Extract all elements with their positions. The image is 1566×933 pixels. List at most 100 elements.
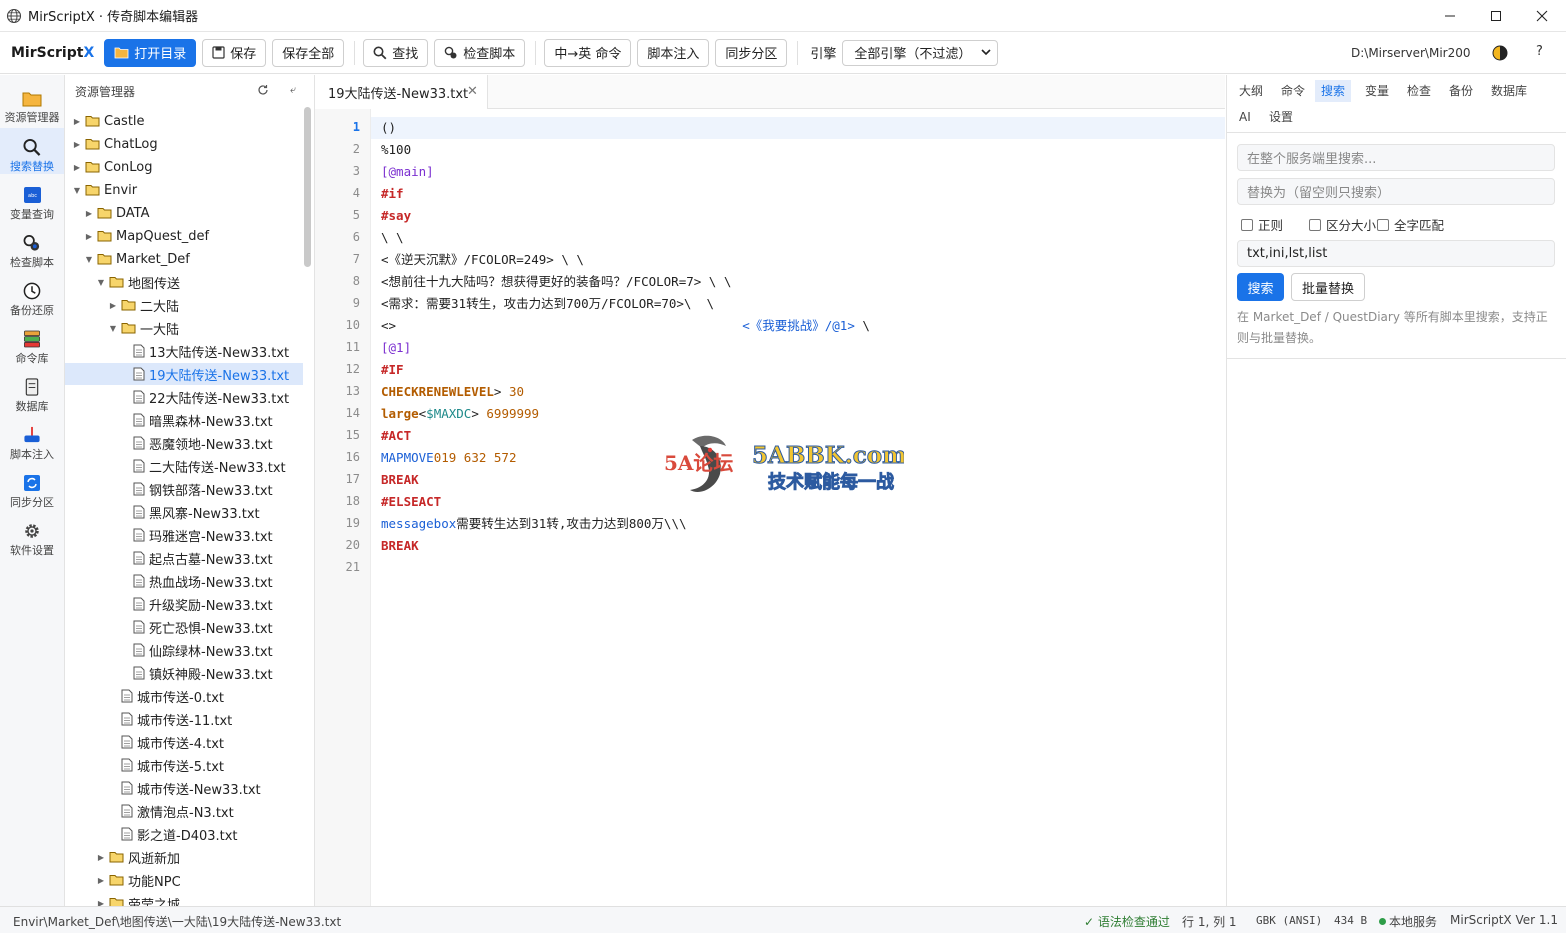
tree-file[interactable]: 19大陆传送-New33.txt [65, 363, 303, 385]
replace-input[interactable]: 替换为（留空则只搜索） [1237, 178, 1555, 205]
caret-right-icon[interactable]: ▶ [71, 163, 83, 172]
right-tab[interactable]: 设置 [1263, 106, 1299, 128]
code-line[interactable]: BREAK [381, 535, 419, 557]
tree-file[interactable]: 13大陆传送-New33.txt [65, 340, 303, 362]
caret-right-icon[interactable]: ▶ [95, 876, 107, 885]
regex-checkbox[interactable]: 正则 [1241, 215, 1283, 234]
minimize-button[interactable] [1427, 0, 1473, 32]
tree-file[interactable]: 激情泡点-N3.txt [65, 800, 303, 822]
search-button[interactable]: 搜索 [1237, 273, 1284, 301]
activity-search-replace[interactable]: 搜索替换 [0, 128, 64, 174]
code-line[interactable]: BREAK [381, 469, 419, 491]
save-all-button[interactable]: 保存全部 [272, 38, 345, 67]
code-line[interactable]: #if [381, 183, 404, 205]
tree-folder[interactable]: ▶ Castle [65, 110, 303, 132]
tree-file[interactable]: 黑风寨-New33.txt [65, 501, 303, 523]
check-script-button[interactable]: 检查脚本 [434, 38, 526, 67]
tree-folder[interactable]: ▼ Envir [65, 179, 303, 201]
tree-file[interactable]: 城市传送-New33.txt [65, 777, 303, 799]
caret-right-icon[interactable]: ▶ [107, 301, 119, 310]
activity-database[interactable]: 数据库 [0, 368, 64, 414]
checkbox-box[interactable] [1241, 218, 1253, 231]
tree-folder[interactable]: ▼ Market_Def [65, 248, 303, 270]
right-tab[interactable]: 命令 [1275, 80, 1311, 102]
maximize-button[interactable] [1473, 0, 1519, 32]
activity-explorer[interactable]: 资源管理器 [0, 80, 64, 126]
right-tab[interactable]: 大纲 [1233, 80, 1269, 102]
tree-folder[interactable]: ▶ 帝莹之城 [65, 892, 303, 906]
tree-file[interactable]: 钢铁部落-New33.txt [65, 478, 303, 500]
right-tab[interactable]: 数据库 [1485, 80, 1533, 102]
activity-script-inject[interactable]: 脚本注入 [0, 416, 64, 462]
theme-toggle-icon[interactable] [1492, 45, 1508, 61]
activity-settings[interactable]: 软件设置 [0, 512, 64, 558]
status-syntax-check[interactable]: ✓ 语法检查通过 [1084, 913, 1170, 930]
tree-file[interactable]: 仙踪绿林-New33.txt [65, 639, 303, 661]
tree-folder[interactable]: ▶ ChatLog [65, 133, 303, 155]
caret-right-icon[interactable]: ▶ [95, 853, 107, 862]
code-line[interactable]: <想前往十九大陆吗？想获得更好的装备吗？/FCOLOR=7> \ \ [381, 271, 731, 293]
tree-file[interactable]: 起点古墓-New33.txt [65, 547, 303, 569]
help-button[interactable]: ? [1536, 44, 1543, 59]
code-line[interactable]: %100 [381, 139, 411, 161]
whole-word-checkbox[interactable]: 全字匹配 [1377, 215, 1444, 234]
tree-file[interactable]: 升级奖励-New33.txt [65, 593, 303, 615]
checkbox-box[interactable] [1309, 218, 1321, 231]
close-tab-icon[interactable]: ✕ [467, 84, 478, 99]
tree-file[interactable]: 22大陆传送-New33.txt [65, 386, 303, 408]
collapse-all-icon[interactable]: ⤶ [290, 83, 296, 97]
file-extension-input[interactable]: txt,ini,lst,list [1237, 240, 1555, 267]
status-cursor-position[interactable]: 行 1, 列 1 [1182, 913, 1237, 930]
right-tab[interactable]: 检查 [1401, 80, 1437, 102]
code-line[interactable]: #ELSEACT [381, 491, 441, 513]
save-button[interactable]: 保存 [202, 38, 267, 67]
tree-folder[interactable]: ▶ 功能NPC [65, 869, 303, 891]
code-line[interactable]: () [381, 117, 396, 139]
explorer-scrollbar[interactable] [304, 107, 311, 267]
activity-variable-query[interactable]: abc 变量查询 [0, 176, 64, 222]
checkbox-box[interactable] [1377, 218, 1389, 231]
translate-command-button[interactable]: 中→英 命令 [544, 38, 632, 67]
engine-select[interactable]: 全部引擎（不过滤） [842, 39, 999, 66]
open-directory-button[interactable]: 打开目录 [104, 38, 197, 67]
close-window-button[interactable] [1519, 0, 1565, 32]
tree-folder[interactable]: ▶ 二大陆 [65, 294, 303, 316]
code-line[interactable]: #IF [381, 359, 404, 381]
tree-file[interactable]: 影之道-D403.txt [65, 823, 303, 845]
tree-file[interactable]: 城市传送-5.txt [65, 754, 303, 776]
caret-right-icon[interactable]: ▶ [83, 232, 95, 241]
tree-file[interactable]: 镇妖神殿-New33.txt [65, 662, 303, 684]
editor-tab[interactable]: 19大陆传送-New33.txt ✕ [315, 75, 488, 109]
caret-right-icon[interactable]: ▶ [71, 140, 83, 149]
tree-file[interactable]: 二大陆传送-New33.txt [65, 455, 303, 477]
tree-folder[interactable]: ▼ 一大陆 [65, 317, 303, 339]
tree-file[interactable]: 热血战场-New33.txt [65, 570, 303, 592]
tree-file[interactable]: 城市传送-0.txt [65, 685, 303, 707]
tree-folder[interactable]: ▼ 地图传送 [65, 271, 303, 293]
tree-file[interactable]: 暗黑森林-New33.txt [65, 409, 303, 431]
code-line[interactable]: <《逆天沉默》/FCOLOR=249> \ \ [381, 249, 584, 271]
code-line[interactable]: <需求：需要31转生，攻击力达到700万/FCOLOR=70>\ \ [381, 293, 714, 315]
code-line[interactable]: #say [381, 205, 411, 227]
caret-right-icon[interactable]: ▶ [71, 117, 83, 126]
script-inject-button[interactable]: 脚本注入 [637, 38, 710, 67]
tree-folder[interactable]: ▶ 风逝新加 [65, 846, 303, 868]
tree-folder[interactable]: ▶ ConLog [65, 156, 303, 178]
code-line[interactable]: #ACT [381, 425, 411, 447]
code-editor[interactable]: () %100 [@main] #if #say \ \ <《逆天沉默》/FCOLOR=24… [371, 109, 1225, 906]
batch-replace-button[interactable]: 批量替换 [1291, 273, 1365, 301]
status-encoding[interactable]: GBK (ANSI) [1256, 914, 1322, 927]
caret-right-icon[interactable]: ▶ [83, 209, 95, 218]
right-tab[interactable]: 变量 [1359, 80, 1395, 102]
activity-check-script[interactable]: 检查脚本 [0, 224, 64, 270]
code-line[interactable]: large<$MAXDC> 6999999 [381, 403, 539, 425]
search-input[interactable]: 在整个服务端里搜索... [1237, 144, 1555, 171]
caret-down-icon[interactable]: ▼ [95, 278, 107, 287]
refresh-icon[interactable] [257, 84, 269, 96]
code-line[interactable]: messagebox需要转生达到31转,攻击力达到800万\\\ [381, 513, 687, 535]
tree-folder[interactable]: ▶ MapQuest_def [65, 225, 303, 247]
code-line[interactable]: MAPMOVE019 632 572 [381, 447, 516, 469]
activity-backup-restore[interactable]: 备份还原 [0, 272, 64, 318]
code-line[interactable]: CHECKRENEWLEVEL> 30 [381, 381, 524, 403]
code-line[interactable]: [@1] [381, 337, 411, 359]
